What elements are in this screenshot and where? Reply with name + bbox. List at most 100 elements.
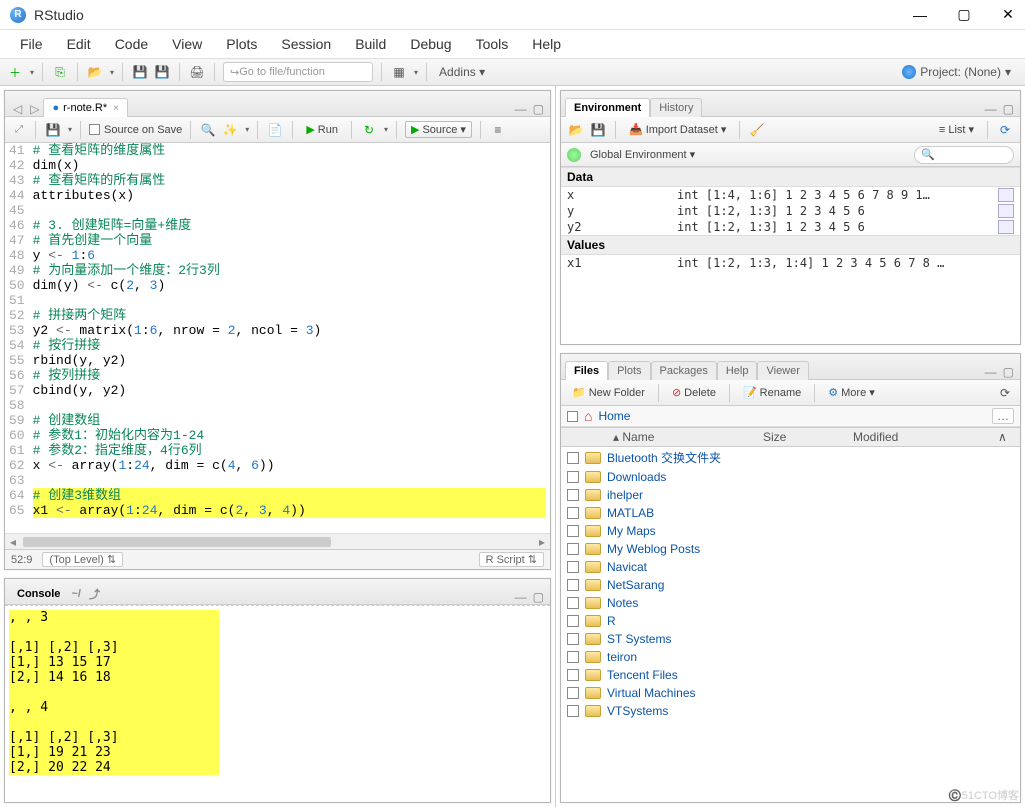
- file-checkbox[interactable]: [567, 615, 579, 627]
- env-row[interactable]: y2int [1:2, 1:3] 1 2 3 4 5 6: [561, 219, 1020, 235]
- file-row[interactable]: My Weblog Posts: [561, 540, 1020, 558]
- file-name[interactable]: Bluetooth 交换文件夹: [607, 449, 721, 466]
- forward-button[interactable]: ▷: [26, 102, 43, 116]
- menu-debug[interactable]: Debug: [400, 32, 461, 56]
- save-file-button[interactable]: 💾: [44, 121, 62, 139]
- env-search-input[interactable]: 🔍: [914, 146, 1014, 164]
- maximize-pane-icon[interactable]: ▢: [1003, 365, 1014, 379]
- menu-file[interactable]: File: [10, 32, 53, 56]
- file-row[interactable]: Tencent Files: [561, 666, 1020, 684]
- menu-code[interactable]: Code: [105, 32, 158, 56]
- file-row[interactable]: My Maps: [561, 522, 1020, 540]
- maximize-pane-icon[interactable]: ▢: [533, 590, 544, 604]
- file-row[interactable]: Downloads: [561, 468, 1020, 486]
- tab-environment[interactable]: Environment: [565, 98, 650, 117]
- run-button[interactable]: ▶ Run: [301, 122, 343, 137]
- file-row[interactable]: ST Systems: [561, 630, 1020, 648]
- maximize-pane-icon[interactable]: ▢: [533, 102, 544, 116]
- source-button[interactable]: ▶ Source ▾: [405, 121, 472, 138]
- lang-selector[interactable]: R Script ⇅: [479, 552, 544, 567]
- source-tab[interactable]: ● r-note.R* ×: [43, 98, 128, 117]
- menu-edit[interactable]: Edit: [57, 32, 101, 56]
- menu-help[interactable]: Help: [522, 32, 571, 56]
- file-name[interactable]: My Weblog Posts: [607, 542, 700, 556]
- file-name[interactable]: R: [607, 614, 616, 628]
- print-button[interactable]: 🖨: [188, 63, 206, 81]
- env-row[interactable]: yint [1:2, 1:3] 1 2 3 4 5 6: [561, 203, 1020, 219]
- file-row[interactable]: Bluetooth 交换文件夹: [561, 447, 1020, 468]
- tab-help[interactable]: Help: [717, 361, 758, 380]
- close-tab-icon[interactable]: ×: [113, 103, 119, 114]
- refresh-files-button[interactable]: ⟳: [996, 384, 1014, 402]
- file-checkbox[interactable]: [567, 687, 579, 699]
- env-row[interactable]: xint [1:4, 1:6] 1 2 3 4 5 6 7 8 9 1…: [561, 187, 1020, 203]
- tab-history[interactable]: History: [650, 98, 702, 117]
- file-row[interactable]: teiron: [561, 648, 1020, 666]
- home-link[interactable]: Home: [598, 409, 630, 423]
- file-name[interactable]: Navicat: [607, 560, 647, 574]
- rename-button[interactable]: 📝 Rename: [738, 385, 806, 400]
- back-button[interactable]: ◁: [9, 102, 26, 116]
- file-checkbox[interactable]: [567, 561, 579, 573]
- col-scroll-up[interactable]: ∧: [994, 430, 1014, 444]
- minimize-pane-icon[interactable]: —: [985, 365, 997, 379]
- tab-packages[interactable]: Packages: [651, 361, 717, 380]
- tab-files[interactable]: Files: [565, 361, 608, 380]
- clear-env-button[interactable]: 🧹: [748, 121, 766, 139]
- minimize-pane-icon[interactable]: —: [515, 102, 527, 116]
- more-button[interactable]: ⚙ More ▾: [823, 385, 879, 400]
- file-checkbox[interactable]: [567, 452, 579, 464]
- env-row[interactable]: x1int [1:2, 1:3, 1:4] 1 2 3 4 5 6 7 8 …: [561, 255, 1020, 271]
- file-name[interactable]: ihelper: [607, 488, 643, 502]
- file-checkbox[interactable]: [567, 507, 579, 519]
- load-workspace-button[interactable]: 📂: [567, 121, 585, 139]
- file-checkbox[interactable]: [567, 669, 579, 681]
- file-checkbox[interactable]: [567, 597, 579, 609]
- file-name[interactable]: Virtual Machines: [607, 686, 696, 700]
- import-dataset-button[interactable]: 📥 Import Dataset ▾: [624, 122, 731, 137]
- menu-session[interactable]: Session: [271, 32, 341, 56]
- file-row[interactable]: MATLAB: [561, 504, 1020, 522]
- file-row[interactable]: NetSarang: [561, 576, 1020, 594]
- file-name[interactable]: Downloads: [607, 470, 666, 484]
- file-name[interactable]: NetSarang: [607, 578, 664, 592]
- file-name[interactable]: ST Systems: [607, 632, 671, 646]
- file-row[interactable]: ihelper: [561, 486, 1020, 504]
- tab-plots[interactable]: Plots: [608, 361, 650, 380]
- refresh-env-button[interactable]: ⟳: [996, 121, 1014, 139]
- save-button[interactable]: 💾: [131, 63, 149, 81]
- code-editor[interactable]: 4142434445464748495051525354555657585960…: [5, 143, 550, 533]
- file-row[interactable]: R: [561, 612, 1020, 630]
- close-button[interactable]: ✕: [1001, 8, 1015, 22]
- file-checkbox[interactable]: [567, 525, 579, 537]
- outline-button[interactable]: ≡: [489, 121, 507, 139]
- file-checkbox[interactable]: [567, 489, 579, 501]
- minimize-button[interactable]: —: [913, 8, 927, 22]
- popout-icon[interactable]: ⤢: [11, 124, 27, 135]
- grid-icon[interactable]: [998, 188, 1014, 202]
- minimize-pane-icon[interactable]: —: [515, 590, 527, 604]
- notebook-button[interactable]: 📄: [266, 121, 284, 139]
- menu-build[interactable]: Build: [345, 32, 396, 56]
- grid-button[interactable]: ▦: [390, 63, 408, 81]
- save-workspace-button[interactable]: 💾: [589, 121, 607, 139]
- save-all-button[interactable]: 💾: [153, 63, 171, 81]
- file-name[interactable]: teiron: [607, 650, 637, 664]
- new-project-button[interactable]: ⎘: [51, 63, 69, 81]
- grid-icon[interactable]: [998, 220, 1014, 234]
- new-file-button[interactable]: ＋: [6, 63, 24, 81]
- path-more-button[interactable]: …: [992, 408, 1014, 424]
- rerun-button[interactable]: ↻: [360, 121, 378, 139]
- goto-file-input[interactable]: ↪ Go to file/function: [223, 62, 373, 82]
- popout-icon[interactable]: ⤴: [89, 586, 100, 602]
- col-modified[interactable]: Modified: [849, 430, 994, 444]
- file-name[interactable]: Tencent Files: [607, 668, 678, 682]
- file-name[interactable]: MATLAB: [607, 506, 654, 520]
- file-name[interactable]: Notes: [607, 596, 638, 610]
- env-scope-selector[interactable]: Global Environment ▾: [585, 147, 700, 162]
- maximize-button[interactable]: ▢: [957, 8, 971, 22]
- col-name[interactable]: ▴ Name: [609, 430, 759, 444]
- home-icon[interactable]: ⌂: [584, 408, 592, 424]
- source-on-save-checkbox[interactable]: [89, 124, 100, 135]
- file-checkbox[interactable]: [567, 579, 579, 591]
